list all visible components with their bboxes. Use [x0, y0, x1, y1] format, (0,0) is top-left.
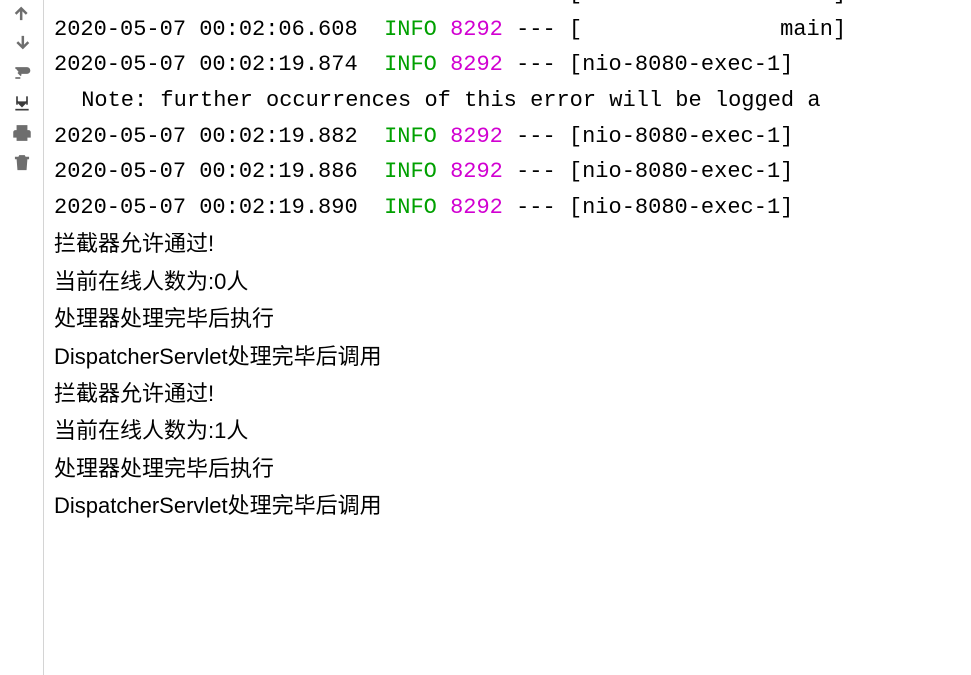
separator: --- [516, 124, 556, 149]
process-id: 8292 [450, 195, 503, 220]
timestamp: 2020-05-07 00:02:06.608 [54, 0, 358, 6]
clear-all-icon[interactable] [10, 150, 34, 176]
log-level: INFO [384, 0, 437, 6]
log-line: 2020-05-07 00:02:06.608 INFO 8292 --- [ … [54, 0, 963, 12]
separator: --- [516, 159, 556, 184]
console-gutter [0, 0, 44, 675]
log-level: INFO [384, 124, 437, 149]
separator: --- [516, 17, 556, 42]
log-line: 2020-05-07 00:02:19.886 INFO 8292 --- [n… [54, 154, 963, 190]
output-line: 当前在线人数为:1人 [54, 412, 963, 449]
previous-arrow-icon[interactable] [10, 0, 34, 26]
console-output[interactable]: 2020-05-07 00:02:06.608 INFO 8292 --- [ … [44, 0, 971, 651]
separator: --- [516, 195, 556, 220]
output-line: 处理器处理完毕后执行 [54, 450, 963, 487]
thread-name: [nio-8080-exec-1] [569, 52, 793, 77]
output-line: 当前在线人数为:0人 [54, 263, 963, 300]
log-line: 2020-05-07 00:02:06.608 INFO 8292 --- [ … [54, 12, 963, 48]
output-line: 处理器处理完毕后执行 [54, 300, 963, 337]
process-id: 8292 [450, 124, 503, 149]
process-id: 8292 [450, 17, 503, 42]
process-id: 8292 [450, 0, 503, 6]
thread-name: [ main] [569, 0, 846, 6]
separator: --- [516, 0, 556, 6]
soft-wrap-icon[interactable] [10, 60, 34, 86]
output-line: 拦截器允许通过! [54, 375, 963, 412]
output-line: 拦截器允许通过! [54, 225, 963, 262]
timestamp: 2020-05-07 00:02:19.886 [54, 159, 358, 184]
timestamp: 2020-05-07 00:02:19.890 [54, 195, 358, 220]
timestamp: 2020-05-07 00:02:06.608 [54, 17, 358, 42]
timestamp: 2020-05-07 00:02:19.874 [54, 52, 358, 77]
log-level: INFO [384, 17, 437, 42]
thread-name: [nio-8080-exec-1] [569, 159, 793, 184]
scroll-to-end-icon[interactable] [10, 90, 34, 116]
log-level: INFO [384, 159, 437, 184]
log-line: 2020-05-07 00:02:19.874 INFO 8292 --- [n… [54, 47, 963, 83]
process-id: 8292 [450, 52, 503, 77]
log-level: INFO [384, 195, 437, 220]
thread-name: [nio-8080-exec-1] [569, 195, 793, 220]
note-line: Note: further occurrences of this error … [54, 83, 963, 119]
timestamp: 2020-05-07 00:02:19.882 [54, 124, 358, 149]
output-line: DispatcherServlet处理完毕后调用 [54, 338, 963, 375]
log-level: INFO [384, 52, 437, 77]
thread-name: [ main] [569, 17, 846, 42]
next-arrow-icon[interactable] [10, 30, 34, 56]
thread-name: [nio-8080-exec-1] [569, 124, 793, 149]
process-id: 8292 [450, 159, 503, 184]
print-icon[interactable] [10, 120, 34, 146]
log-line: 2020-05-07 00:02:19.890 INFO 8292 --- [n… [54, 190, 963, 226]
log-line: 2020-05-07 00:02:19.882 INFO 8292 --- [n… [54, 119, 963, 155]
output-line: DispatcherServlet处理完毕后调用 [54, 487, 963, 524]
separator: --- [516, 52, 556, 77]
